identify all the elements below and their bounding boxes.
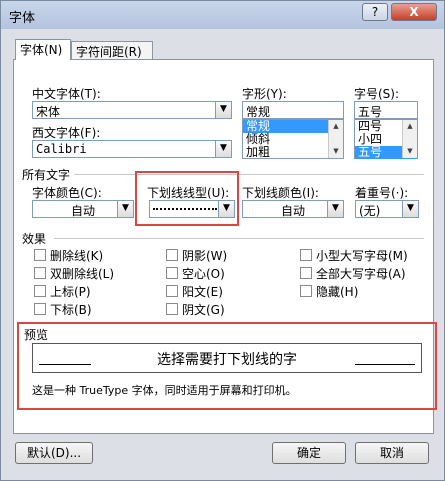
- all-text-section-label: 所有文字: [22, 168, 71, 182]
- strikethrough-checkbox[interactable]: [34, 249, 46, 261]
- default-button[interactable]: 默认(D)...: [15, 442, 93, 464]
- chevron-down-icon[interactable]: ▼: [215, 101, 232, 119]
- subscript-checkbox[interactable]: [34, 303, 46, 315]
- chevron-down-icon[interactable]: ▼: [215, 140, 232, 158]
- chevron-down-icon[interactable]: ▼: [402, 200, 419, 218]
- chinese-font-combo[interactable]: 宋体: [32, 101, 232, 119]
- outline-label[interactable]: 空心(O): [182, 265, 225, 282]
- style-list[interactable]: 常规 倾斜 加粗 ▲ ▼: [242, 119, 344, 159]
- all-caps-checkbox[interactable]: [300, 267, 312, 279]
- size-input[interactable]: 五号: [354, 101, 418, 119]
- engrave-checkbox[interactable]: [166, 303, 178, 315]
- small-caps-label[interactable]: 小型大写字母(M): [316, 247, 408, 264]
- tab-font[interactable]: 字体(N): [15, 39, 71, 60]
- cancel-button[interactable]: 取消: [355, 442, 429, 464]
- emphasis-label: 着重号(·):: [355, 186, 409, 200]
- style-label: 字形(Y):: [242, 87, 287, 101]
- style-input[interactable]: 常规: [242, 101, 344, 119]
- hidden-checkbox[interactable]: [300, 285, 312, 297]
- superscript-checkbox[interactable]: [34, 285, 46, 297]
- double-strikethrough-checkbox[interactable]: [34, 267, 46, 279]
- divider: [74, 174, 424, 175]
- size-label: 字号(S):: [354, 87, 400, 101]
- emboss-checkbox[interactable]: [166, 285, 178, 297]
- font-tab-panel: 中文字体(T): 宋体 ▼ 西文字体(F): Calibri ▼ 字形(Y): …: [13, 59, 437, 434]
- shadow-label[interactable]: 阴影(W): [182, 247, 227, 264]
- dialog-title: 字体: [9, 11, 36, 26]
- small-caps-checkbox[interactable]: [300, 249, 312, 261]
- western-font-combo[interactable]: Calibri: [32, 140, 232, 158]
- western-font-label: 西文字体(F):: [32, 126, 101, 140]
- size-scrollbar[interactable]: ▲ ▼: [402, 120, 417, 158]
- size-list[interactable]: 四号 小四 五号 ▲ ▼: [354, 119, 418, 159]
- strikethrough-label[interactable]: 删除线(K): [50, 247, 103, 264]
- underline-color-label: 下划线颜色(I):: [242, 186, 319, 200]
- shadow-checkbox[interactable]: [166, 249, 178, 261]
- engrave-label[interactable]: 阴文(G): [182, 301, 225, 318]
- divider: [54, 238, 424, 239]
- effects-section-label: 效果: [22, 232, 47, 246]
- font-color-label: 字体颜色(C):: [32, 186, 102, 200]
- all-caps-label[interactable]: 全部大写字母(A): [316, 265, 406, 282]
- chevron-down-icon[interactable]: ▼: [327, 200, 344, 218]
- title-bar: 字体 ? X: [1, 1, 444, 29]
- help-button[interactable]: ?: [362, 3, 388, 21]
- ok-button[interactable]: 确定: [272, 442, 346, 464]
- subscript-label[interactable]: 下标(B): [50, 301, 92, 318]
- emboss-label[interactable]: 阳文(E): [182, 283, 223, 300]
- hidden-label[interactable]: 隐藏(H): [316, 283, 358, 300]
- chinese-font-label: 中文字体(T):: [32, 87, 101, 101]
- font-dialog: 字体 ? X 字体(N) 字符间距(R) 中文字体(T): 宋体 ▼ 西文字体(…: [0, 0, 445, 481]
- outline-checkbox[interactable]: [166, 267, 178, 279]
- superscript-label[interactable]: 上标(P): [50, 283, 91, 300]
- double-strikethrough-label[interactable]: 双删除线(L): [50, 265, 114, 282]
- tab-character-spacing[interactable]: 字符间距(R): [71, 41, 153, 60]
- chevron-down-icon[interactable]: ▼: [117, 200, 134, 218]
- style-scrollbar[interactable]: ▲ ▼: [328, 120, 343, 158]
- preview-highlight: [17, 322, 437, 410]
- close-button[interactable]: X: [391, 3, 437, 21]
- underline-type-highlight: [135, 171, 239, 226]
